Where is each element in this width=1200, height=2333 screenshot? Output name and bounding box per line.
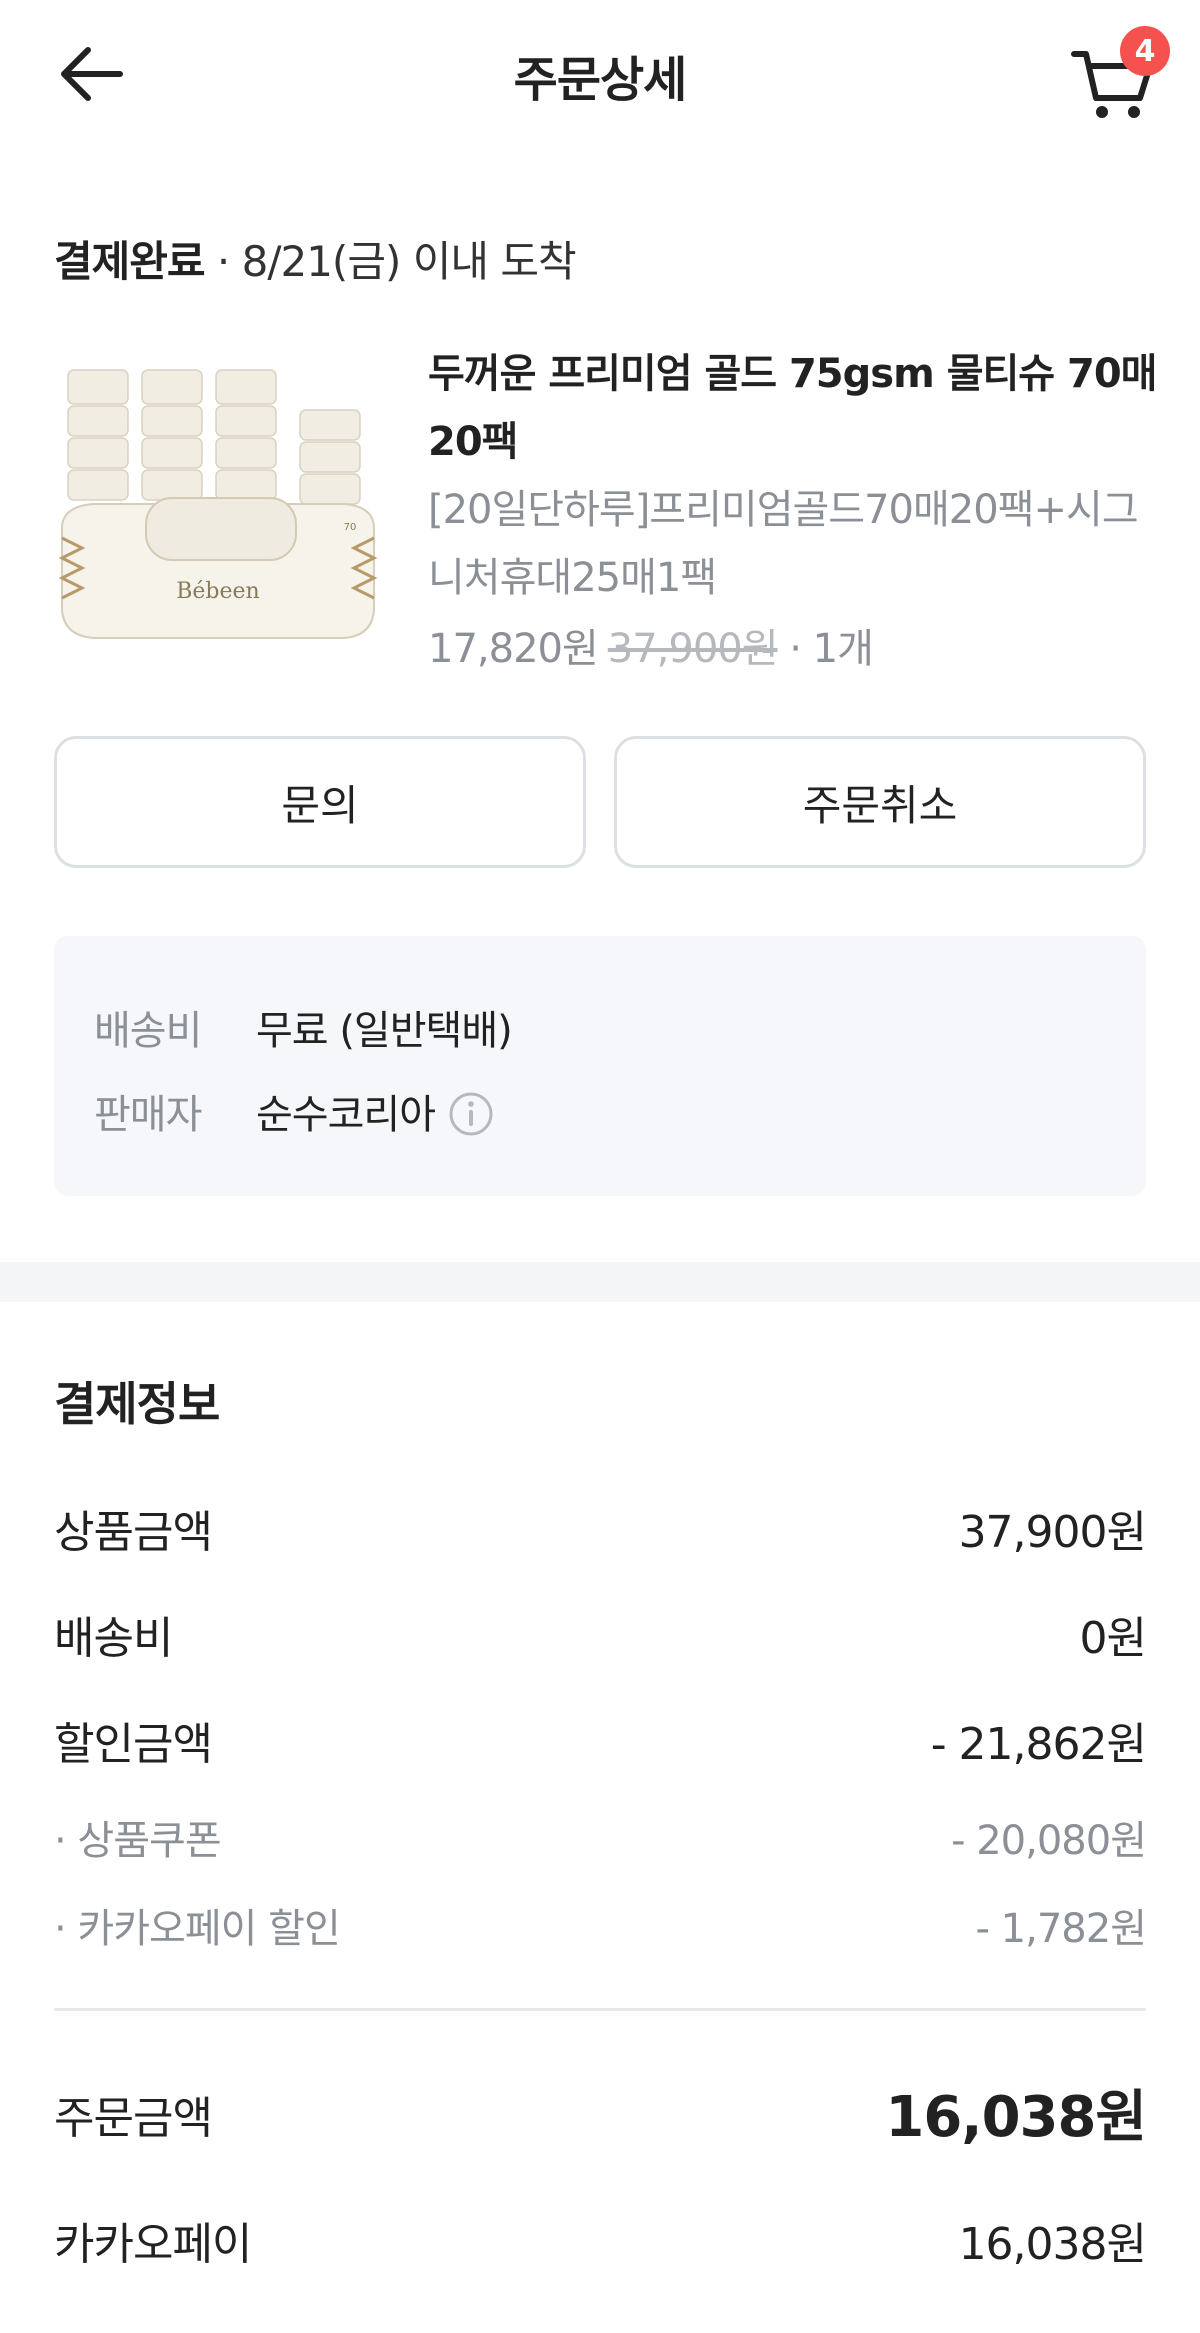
product-name[interactable]: 두꺼운 프리미엄 골드 75gsm 물티슈 70매 20팩 <box>428 340 1158 476</box>
shipping-info-box: 배송비 무료 (일반택배) 판매자 순수코리아 <box>54 936 1146 1196</box>
payment-row-value: - 1,782원 <box>975 1906 1147 1952</box>
payment-method-row: 카카오페이 16,038원 <box>54 2208 1147 2272</box>
page-title: 주문상세 <box>513 52 688 108</box>
payment-row-label: · 카카오페이 할인 <box>54 1906 341 1952</box>
order-detail-screen: 주문상세 4 결제완료 · 8/21(금) 이내 도착 Bébeen 70 두꺼… <box>0 0 1200 2333</box>
payment-row-product-amount: 상품금액 37,900원 <box>54 1496 1147 1560</box>
arrival-date: · 8/21(금) 이내 도착 <box>204 237 577 286</box>
payment-row-label: 상품금액 <box>54 1507 213 1558</box>
order-total-row: 주문금액 16,038원 <box>54 2072 1147 2153</box>
payment-row-label: 할인금액 <box>54 1719 213 1770</box>
payment-row-label: · 상품쿠폰 <box>54 1818 222 1864</box>
shipping-fee-label: 배송비 <box>94 1008 202 1054</box>
seller-name: 순수코리아 <box>256 1092 436 1138</box>
payment-status: 결제완료 <box>54 237 206 286</box>
payment-method-value: 16,038원 <box>958 2219 1147 2270</box>
payment-row-kakaopay-discount: · 카카오페이 할인 - 1,782원 <box>54 1896 1147 1954</box>
payment-row-coupon: · 상품쿠폰 - 20,080원 <box>54 1808 1147 1866</box>
info-icon[interactable] <box>447 1090 495 1138</box>
seller-label: 판매자 <box>94 1092 202 1138</box>
order-total-value: 16,038원 <box>885 2085 1147 2150</box>
svg-text:70: 70 <box>344 522 357 533</box>
payment-row-value: 37,900원 <box>958 1507 1147 1558</box>
cart-count-badge: 4 <box>1120 26 1170 76</box>
order-status: 결제완료 · 8/21(금) 이내 도착 <box>54 228 577 289</box>
payment-row-label: 배송비 <box>54 1613 173 1664</box>
payment-row-shipping: 배송비 0원 <box>54 1602 1147 1666</box>
order-total-label: 주문금액 <box>54 2093 213 2144</box>
payment-divider <box>54 2008 1146 2011</box>
cart-button[interactable]: 4 <box>1060 26 1170 126</box>
sale-price: 17,820원 <box>428 626 599 672</box>
payment-method-label: 카카오페이 <box>54 2219 252 2270</box>
quantity: · 1개 <box>777 626 874 672</box>
payment-row-value: - 21,862원 <box>930 1719 1147 1770</box>
top-bar: 주문상세 4 <box>0 0 1200 150</box>
payment-row-value: 0원 <box>1079 1613 1147 1664</box>
cancel-order-button[interactable]: 주문취소 <box>614 736 1146 868</box>
svg-text:Bébeen: Bébeen <box>176 579 259 604</box>
product-option: [20일단하루]프리미엄골드70매20팩+시그니처휴대25매1팩 <box>428 487 1139 601</box>
original-price: 37,900원 <box>607 626 779 672</box>
section-divider <box>0 1262 1200 1302</box>
price-line: 17,820원 37,900원 · 1개 <box>428 616 874 674</box>
shipping-fee-row: 배송비 무료 (일반택배) <box>94 998 513 1056</box>
inquiry-button[interactable]: 문의 <box>54 736 586 868</box>
wet-wipes-package-image: Bébeen 70 <box>58 369 378 639</box>
payment-row-discount: 할인금액 - 21,862원 <box>54 1708 1147 1772</box>
product-thumbnail[interactable]: Bébeen 70 <box>54 348 384 658</box>
payment-row-value: - 20,080원 <box>951 1818 1147 1864</box>
seller-row: 판매자 순수코리아 <box>94 1082 495 1140</box>
payment-info-title: 결제정보 <box>54 1377 220 1431</box>
shipping-fee-value: 무료 (일반택배) <box>256 1008 513 1054</box>
